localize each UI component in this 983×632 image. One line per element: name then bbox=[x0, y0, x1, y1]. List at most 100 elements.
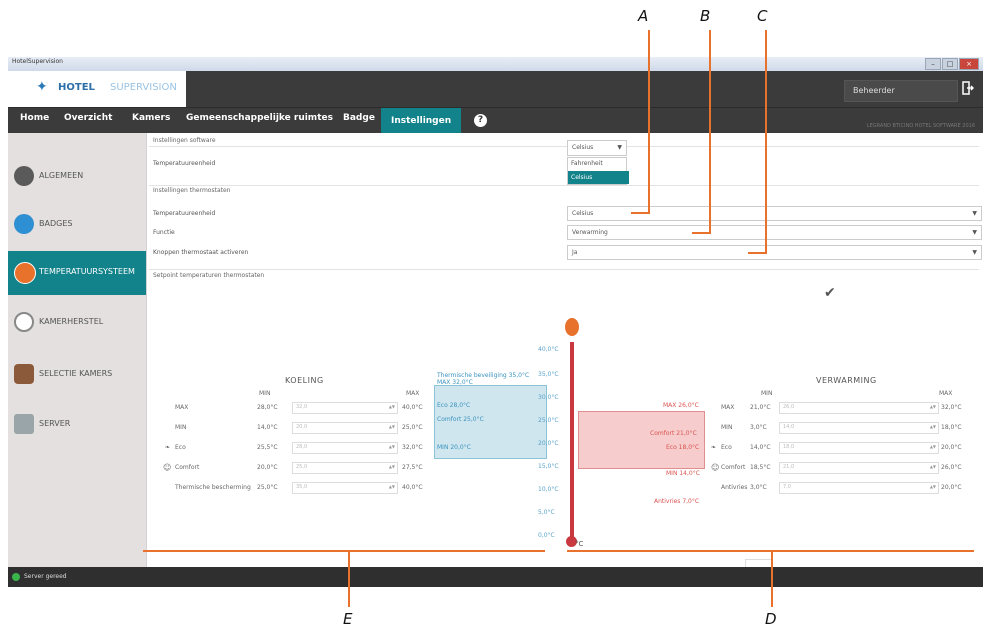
window-title: HotelSupervision bbox=[12, 58, 63, 65]
thermostat-unit-select[interactable]: Celsius ▼ bbox=[567, 206, 982, 221]
section-thermostats: Instellingen thermostaten bbox=[153, 187, 231, 194]
sidebar-item-kamerherstel[interactable]: KAMERHERSTEL bbox=[8, 301, 146, 345]
sidebar-item-label: BADGES bbox=[39, 219, 73, 228]
cooling-row-min: 20,0°C bbox=[257, 464, 278, 471]
tab-kamers[interactable]: Kamers bbox=[132, 113, 170, 123]
app-header: ✦ HOTEL SUPERVISION Beheerder bbox=[8, 71, 983, 107]
heating-title: VERWARMING bbox=[816, 376, 877, 385]
heating-comfort-input[interactable]: 21,0 ▲▼ bbox=[779, 462, 939, 474]
cooling-row-max: 25,0°C bbox=[402, 424, 423, 431]
heating-row-max: 26,0°C bbox=[941, 464, 962, 471]
status-bar: Server gereed bbox=[8, 567, 983, 587]
cooling-comfort-input[interactable]: 25,0 ▲▼ bbox=[292, 462, 398, 474]
heating-max-input[interactable]: 26,0 ▲▼ bbox=[779, 402, 939, 414]
logout-icon[interactable] bbox=[962, 81, 975, 97]
thermostat-function-select[interactable]: Verwarming ▼ bbox=[567, 225, 982, 240]
option-celsius[interactable]: Celsius bbox=[568, 171, 629, 184]
thermostat-buttons-label: Knoppen thermostaat activeren bbox=[153, 249, 249, 256]
leader-line-c bbox=[765, 30, 767, 254]
software-unit-options: Fahrenheit Celsius bbox=[567, 157, 629, 185]
cooling-min-input[interactable]: 20,0 ▲▼ bbox=[292, 422, 398, 434]
minimize-button[interactable]: – bbox=[925, 58, 941, 70]
logo-text-light: SUPERVISION bbox=[110, 82, 177, 93]
sidebar-item-algemeen[interactable]: ALGEMEEN bbox=[8, 155, 146, 199]
option-fahrenheit[interactable]: Fahrenheit bbox=[568, 158, 629, 170]
tab-overzicht[interactable]: Overzicht bbox=[64, 113, 112, 123]
cooling-thermal-input[interactable]: 35,0 ▲▼ bbox=[292, 482, 398, 494]
callout-c: C bbox=[757, 7, 768, 25]
sidebar-item-label: TEMPERATUURSYSTEEM bbox=[39, 267, 135, 276]
heating-row-max: 18,0°C bbox=[941, 424, 962, 431]
title-bar: HotelSupervision – □ × bbox=[8, 57, 983, 71]
heating-antifreeze-input[interactable]: 7,0 ▲▼ bbox=[779, 482, 939, 494]
heating-row-label: Comfort bbox=[721, 464, 746, 471]
software-unit-label: Temperatuureenheid bbox=[153, 160, 216, 167]
cooling-eco-input[interactable]: 28,0 ▲▼ bbox=[292, 442, 398, 454]
heating-row-label: Antivries bbox=[721, 484, 748, 491]
leaf-icon: ❧ bbox=[165, 444, 171, 451]
cooling-row-label: Comfort bbox=[175, 464, 200, 471]
sidebar-item-temperatuursysteem[interactable]: TEMPERATUURSYSTEEM bbox=[8, 251, 146, 295]
scale-unit: °C bbox=[575, 540, 584, 548]
heating-row-min: 3,0°C bbox=[750, 424, 767, 431]
divider bbox=[149, 146, 979, 147]
smiley-icon: ☺ bbox=[711, 463, 720, 472]
heating-max-header: MAX bbox=[939, 390, 953, 397]
heating-row-min: 3,0°C bbox=[750, 484, 767, 491]
heating-min-input[interactable]: 14,0 ▲▼ bbox=[779, 422, 939, 434]
scale-label: 40,0°C bbox=[538, 346, 559, 353]
leaf-icon: ❧ bbox=[711, 444, 717, 451]
cooling-max-input[interactable]: 32,0 ▲▼ bbox=[292, 402, 398, 414]
server-icon bbox=[14, 414, 34, 434]
cooling-row-label: MIN bbox=[175, 424, 187, 431]
sidebar-item-server[interactable]: SERVER bbox=[8, 403, 146, 447]
callout-a: A bbox=[638, 7, 649, 25]
tab-home[interactable]: Home bbox=[20, 113, 49, 123]
leader-line-b bbox=[709, 30, 711, 234]
cooling-row-max: 27,5°C bbox=[402, 464, 423, 471]
scale-label: 30,0°C bbox=[538, 394, 559, 401]
user-name: Beheerder bbox=[853, 86, 895, 95]
sidebar-item-label: ALGEMEEN bbox=[39, 171, 84, 180]
tab-badge[interactable]: Badge bbox=[343, 113, 375, 123]
settings-content: Instellingen software Temperatuureenheid… bbox=[146, 133, 983, 569]
heating-max-label: MAX 26,0°C bbox=[663, 402, 699, 409]
heating-min-header: MIN bbox=[761, 390, 773, 397]
maximize-button[interactable]: □ bbox=[942, 58, 958, 70]
thermometer-bar bbox=[570, 342, 574, 542]
thermostat-buttons-select[interactable]: Ja ▼ bbox=[567, 245, 982, 260]
tab-instellingen[interactable]: Instellingen bbox=[381, 108, 462, 134]
scale-label: 5,0°C bbox=[538, 509, 555, 516]
tab-gemeenschappelijke-ruimtes[interactable]: Gemeenschappelijke ruimtes bbox=[186, 113, 333, 123]
software-unit-select[interactable]: Celsius ▼ bbox=[567, 140, 627, 156]
cooling-min-header: MIN bbox=[259, 390, 271, 397]
logo-text-bold: HOTEL bbox=[58, 82, 95, 93]
logo-mark-icon: ✦ bbox=[36, 79, 48, 95]
leader-line-a bbox=[648, 30, 650, 214]
cooling-row-min: 14,0°C bbox=[257, 424, 278, 431]
cooling-row-label: Thermische bescherming bbox=[175, 484, 251, 491]
cooling-comfort-label: Comfort 25,0°C bbox=[437, 416, 484, 423]
heating-row-min: 21,0°C bbox=[750, 404, 771, 411]
scale-label: 25,0°C bbox=[538, 417, 559, 424]
app-window: HotelSupervision – □ × ✦ HOTEL SUPERVISI… bbox=[8, 57, 983, 587]
user-dropdown[interactable]: Beheerder bbox=[844, 80, 958, 102]
heating-range-band bbox=[578, 411, 705, 469]
heating-comfort-label: Comfort 21,0°C bbox=[650, 430, 697, 437]
sidebar-item-selectie-kamers[interactable]: SELECTIE KAMERS bbox=[8, 353, 146, 397]
cooling-row-min: 25,0°C bbox=[257, 484, 278, 491]
gear-icon bbox=[14, 166, 34, 186]
scale-label: 15,0°C bbox=[538, 463, 559, 470]
sidebar-item-badges[interactable]: BADGES bbox=[8, 203, 146, 247]
heating-row-max: 20,0°C bbox=[941, 444, 962, 451]
heating-row-label: MIN bbox=[721, 424, 733, 431]
close-button[interactable]: × bbox=[959, 58, 979, 70]
sidebar: ALGEMEEN BADGES TEMPERATUURSYSTEEM KAMER… bbox=[8, 133, 146, 567]
heating-eco-input[interactable]: 18,0 ▲▼ bbox=[779, 442, 939, 454]
help-icon[interactable]: ? bbox=[474, 114, 487, 127]
cooling-title: KOELING bbox=[285, 376, 324, 385]
check-icon: ✔ bbox=[824, 285, 836, 301]
badge-icon bbox=[14, 214, 34, 234]
cooling-row-label: MAX bbox=[175, 404, 189, 411]
thermometer-icon bbox=[14, 262, 36, 284]
